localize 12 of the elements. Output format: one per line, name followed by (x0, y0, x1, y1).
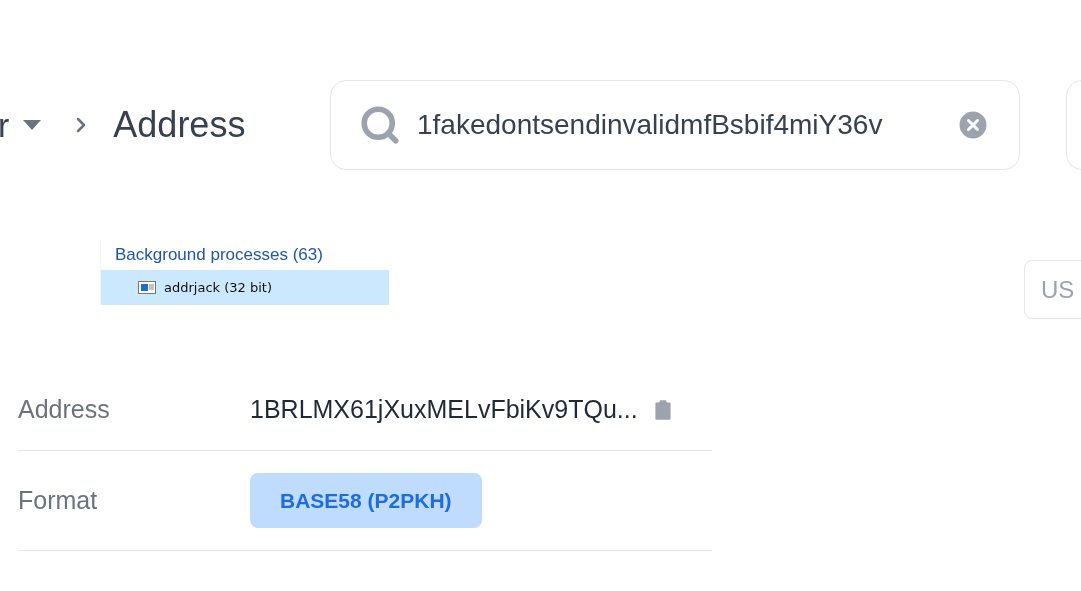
process-group-header[interactable]: Background processes (63) (101, 240, 389, 270)
search-icon (359, 104, 401, 146)
address-value: 1BRLMX61jXuxMELvFbiKv9TQu... (250, 393, 638, 425)
detail-label: Format (18, 484, 99, 516)
window-icon (138, 281, 156, 294)
page-title: Address (113, 103, 246, 147)
process-row[interactable]: addrjack (32 bit) (101, 270, 389, 305)
format-badge: BASE58 (P2PKH) (250, 472, 482, 529)
caret-icon[interactable] (23, 120, 42, 130)
search-field[interactable]: 1fakedontsendinvalidmfBsbif4miY36v (330, 80, 1020, 170)
detail-label: Address (18, 393, 111, 425)
breadcrumb-parent[interactable]: r (0, 99, 10, 151)
